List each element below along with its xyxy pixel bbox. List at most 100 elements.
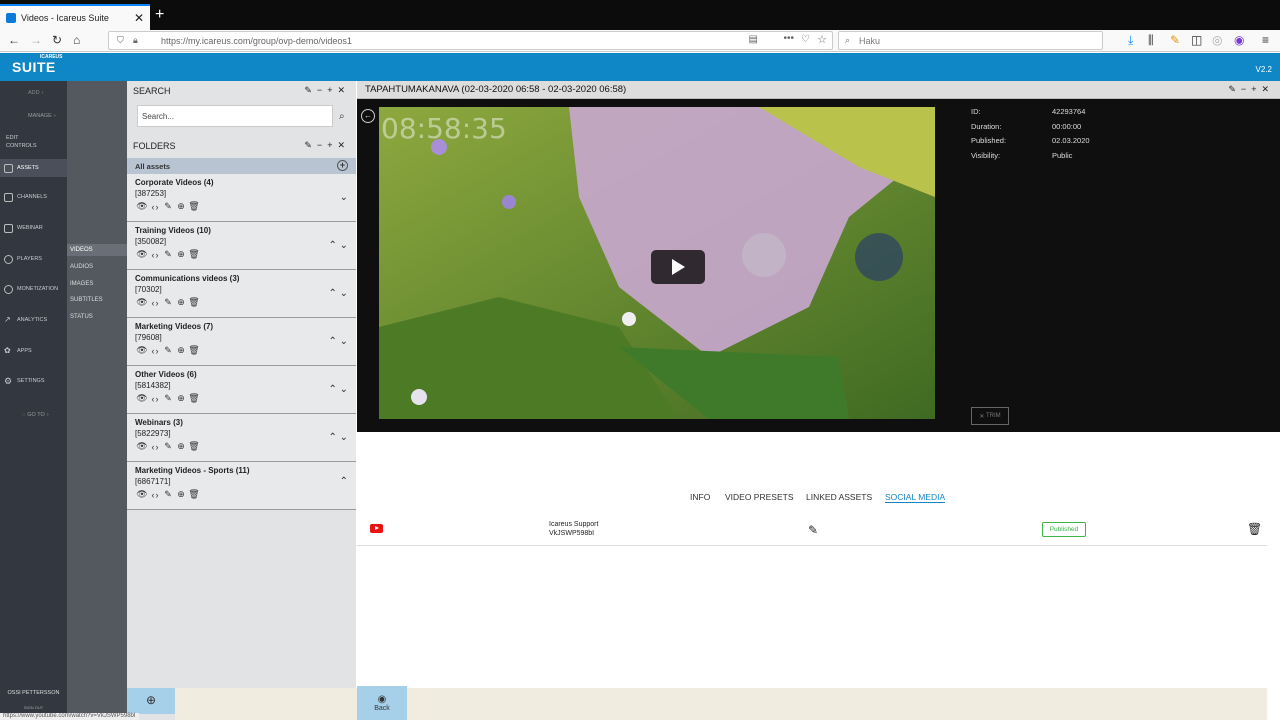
embed-code-icon[interactable]: ‹›: [150, 393, 161, 404]
embed-code-icon[interactable]: ‹›: [150, 489, 161, 500]
chevron-up-icon[interactable]: ⌃: [328, 336, 336, 347]
pin-icon[interactable]: ✎: [1228, 84, 1241, 94]
eye-icon[interactable]: 👁︎: [136, 345, 148, 356]
close-icon[interactable]: ✕: [1261, 84, 1274, 94]
tab-social-media[interactable]: SOCIAL MEDIA: [885, 492, 946, 503]
url-bar[interactable]: ⛉ 🔒︎ https://my.icareus.com/group/ovp-de…: [108, 31, 833, 50]
nav-item-goto[interactable]: ◌ GO TO ›: [0, 408, 67, 422]
edit-icon[interactable]: ✎: [163, 489, 174, 500]
edit-icon[interactable]: ✎: [163, 441, 174, 452]
eye-hidden-icon[interactable]: 👁︎: [136, 489, 148, 500]
menu-icon[interactable]: ≡: [1262, 33, 1269, 47]
trash-icon[interactable]: 🗑︎: [188, 297, 200, 308]
subnav-item-status[interactable]: STATUS: [67, 311, 127, 323]
tab-video-presets[interactable]: VIDEO PRESETS: [725, 492, 794, 502]
pin-icon[interactable]: ✎: [304, 140, 317, 150]
chevron-down-icon[interactable]: ⌄: [340, 336, 348, 347]
edit-icon[interactable]: ✎: [163, 345, 174, 356]
sign-out-link[interactable]: SIGN OUT: [0, 705, 67, 710]
nav-item-webinar[interactable]: WEBINAR: [0, 221, 67, 235]
folder-item[interactable]: Communications videos (3) [70302] 👁︎ ‹› ✎ ⊕…: [127, 270, 356, 318]
library-icon[interactable]: ⫼: [1148, 33, 1154, 48]
chevron-down-icon[interactable]: ⌄: [340, 384, 348, 395]
play-button[interactable]: [651, 250, 705, 284]
minimize-icon[interactable]: −: [317, 140, 327, 150]
chevron-up-icon[interactable]: ⌃: [328, 432, 336, 443]
nav-item-channels[interactable]: CHANNELS: [0, 190, 67, 204]
add-icon[interactable]: ⊕: [176, 297, 187, 308]
pocket-icon[interactable]: ♡: [801, 34, 810, 45]
reload-icon[interactable]: ↻: [52, 33, 62, 47]
nav-item-analytics[interactable]: ↗ ANALYTICS: [0, 313, 67, 327]
subnav-item-audios[interactable]: AUDIOS: [67, 261, 127, 273]
eye-icon[interactable]: 👁︎: [136, 441, 148, 452]
embed-code-icon[interactable]: ‹›: [150, 249, 161, 260]
add-folder-icon[interactable]: +: [337, 160, 348, 171]
chevron-up-icon[interactable]: ⌃: [340, 476, 348, 487]
close-tab-icon[interactable]: ✕: [134, 11, 144, 25]
nav-item-players[interactable]: PLAYERS: [0, 252, 67, 266]
folder-item[interactable]: Other Videos (6) [5814382] 👁︎ ‹› ✎ ⊕ 🗑︎ ⌃ ⌄: [127, 366, 356, 414]
search-icon[interactable]: ⌕: [339, 111, 345, 122]
add-icon[interactable]: ⊕: [176, 201, 187, 212]
tab-info[interactable]: INFO: [690, 492, 710, 502]
all-assets-row[interactable]: All assets +: [127, 158, 356, 174]
trash-icon[interactable]: 🗑︎: [188, 393, 200, 404]
trim-button[interactable]: ✕ TRIM: [971, 407, 1009, 425]
folder-item[interactable]: Corporate Videos (4) [387253] 👁︎ ‹› ✎ ⊕ 🗑︎ ⌄: [127, 174, 356, 222]
add-icon[interactable]: ⊕: [176, 249, 187, 260]
chevron-up-icon[interactable]: ⌃: [328, 240, 336, 251]
folder-item[interactable]: Marketing Videos - Sports (11) [6867171]…: [127, 462, 356, 510]
nav-item-apps[interactable]: ✿ APPS: [0, 344, 67, 358]
chevron-down-icon[interactable]: ⌄: [340, 288, 348, 299]
trash-icon[interactable]: 🗑︎: [188, 441, 200, 452]
chevron-down-icon[interactable]: ⌄: [340, 240, 348, 251]
minimize-icon[interactable]: −: [1241, 84, 1251, 94]
user-name[interactable]: OSSI PETTERSSON: [0, 690, 67, 696]
add-button[interactable]: ⊕: [127, 688, 175, 714]
nav-item-manage[interactable]: MANAGE ›: [0, 109, 67, 123]
trash-icon[interactable]: 🗑︎: [188, 345, 200, 356]
eye-icon[interactable]: 👁︎: [136, 249, 148, 260]
add-icon[interactable]: ⊕: [176, 393, 187, 404]
chevron-down-icon[interactable]: ⌄: [340, 192, 348, 203]
downloads-icon[interactable]: ⤓: [1128, 33, 1133, 48]
folder-item[interactable]: Webinars (3) [5822973] 👁︎ ‹› ✎ ⊕ 🗑︎ ⌃ ⌄: [127, 414, 356, 462]
back-button[interactable]: ◉ Back: [357, 686, 407, 720]
extension-icon[interactable]: ✎: [1170, 33, 1180, 47]
sync-icon[interactable]: ◎: [1212, 33, 1222, 47]
new-tab-button[interactable]: +: [155, 6, 164, 24]
edit-icon[interactable]: ✎: [163, 297, 174, 308]
previous-icon[interactable]: ←: [361, 109, 375, 123]
back-arrow-icon[interactable]: ←: [8, 33, 20, 47]
page-actions-icon[interactable]: •••: [783, 33, 794, 44]
close-icon[interactable]: ✕: [337, 140, 350, 150]
account-icon[interactable]: ◉: [1234, 33, 1244, 47]
close-icon[interactable]: ✕: [337, 85, 350, 95]
subnav-item-images[interactable]: IMAGES: [67, 278, 127, 290]
sidebar-toggle-icon[interactable]: ◫: [1191, 33, 1202, 47]
video-preview[interactable]: 08:58:35: [379, 107, 935, 419]
minimize-icon[interactable]: −: [317, 85, 327, 95]
nav-item-assets[interactable]: ASSETS: [0, 159, 67, 177]
add-icon[interactable]: ⊕: [176, 489, 187, 500]
pin-icon[interactable]: ✎: [304, 85, 317, 95]
trash-icon[interactable]: 🗑︎: [188, 489, 200, 500]
chevron-down-icon[interactable]: ⌄: [340, 432, 348, 443]
embed-code-icon[interactable]: ‹›: [150, 441, 161, 452]
maximize-icon[interactable]: +: [1251, 84, 1261, 94]
nav-item-settings[interactable]: ⚙ SETTINGS: [0, 374, 67, 388]
edit-icon[interactable]: ✎: [808, 523, 818, 537]
browser-search-input[interactable]: ⌕ Haku: [838, 31, 1103, 50]
folder-item[interactable]: Training Videos (10) [350082] 👁︎ ‹› ✎ ⊕ 🗑︎ ⌃…: [127, 222, 356, 270]
chevron-up-icon[interactable]: ⌃: [328, 384, 336, 395]
home-icon[interactable]: ⌂: [73, 33, 80, 47]
maximize-icon[interactable]: +: [327, 140, 337, 150]
forward-arrow-icon[interactable]: →: [30, 33, 42, 47]
folder-item[interactable]: Marketing Videos (7) [79608] 👁︎ ‹› ✎ ⊕ 🗑︎ ⌃ …: [127, 318, 356, 366]
edit-icon[interactable]: ✎: [163, 393, 174, 404]
trash-icon[interactable]: 🗑︎: [188, 249, 200, 260]
subnav-item-videos[interactable]: VIDEOS: [67, 244, 127, 256]
embed-code-icon[interactable]: ‹›: [150, 297, 161, 308]
subnav-item-subtitles[interactable]: SUBTITLES: [67, 294, 127, 306]
